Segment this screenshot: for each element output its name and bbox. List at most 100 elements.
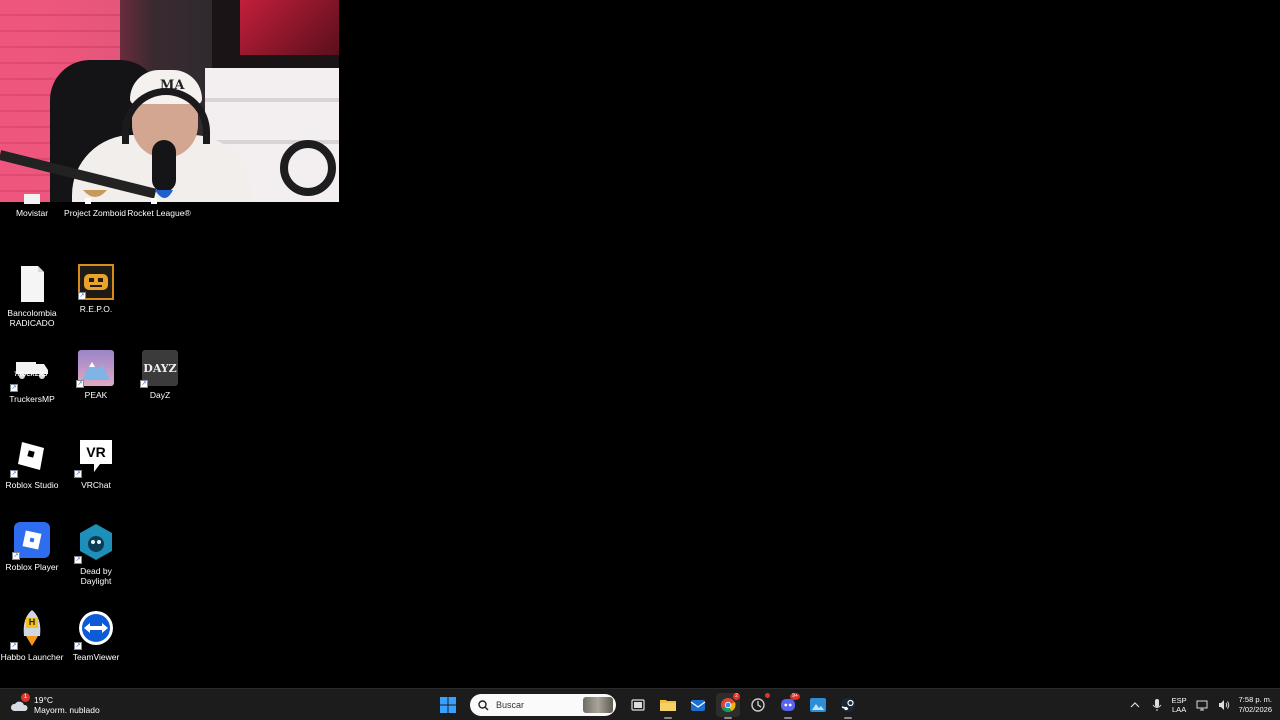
desktop-icon-rocket-league[interactable]: Rocket League® bbox=[127, 190, 191, 218]
desktop-icon-roblox-player[interactable]: ↗ Roblox Player bbox=[0, 522, 64, 572]
photos-icon bbox=[810, 698, 826, 712]
vrchat-wordmark: VR bbox=[86, 444, 106, 460]
desktop-icon-project-zomboid[interactable]: Project Zomboid bbox=[63, 190, 127, 218]
habbo-letter: H bbox=[28, 617, 36, 627]
start-button[interactable] bbox=[436, 693, 460, 717]
repo-game-icon: ↗ bbox=[78, 264, 114, 300]
taskbar-photos[interactable] bbox=[806, 693, 830, 717]
habbo-launcher-icon: H ↗ bbox=[10, 608, 52, 650]
shortcut-arrow-icon: ↗ bbox=[76, 380, 84, 388]
shortcut-arrow-icon: ↗ bbox=[10, 642, 18, 650]
project-zomboid-icon bbox=[75, 190, 115, 204]
task-view-icon bbox=[631, 699, 645, 711]
desktop-icon-label: PEAK bbox=[84, 390, 108, 400]
desktop-icon-label: Bancolombia RADICADO bbox=[7, 308, 57, 328]
webcam-microphone bbox=[152, 140, 176, 192]
steam-icon bbox=[841, 698, 855, 712]
desktop-icon-label: Project Zomboid bbox=[64, 208, 126, 218]
taskbar-outlook[interactable] bbox=[686, 693, 710, 717]
desktop-icon-label: VRChat bbox=[81, 480, 111, 490]
desktop-icon-dead-by-daylight[interactable]: ↗ Dead by Daylight bbox=[64, 522, 128, 586]
speaker-icon bbox=[1218, 700, 1229, 710]
discord-badge: 9+ bbox=[790, 693, 800, 700]
document-icon bbox=[12, 190, 52, 204]
document-icon bbox=[12, 264, 52, 304]
vrchat-icon: VR ↗ bbox=[74, 436, 116, 478]
shortcut-arrow-icon: ↗ bbox=[74, 556, 82, 564]
desktop-icon-label: Rocket League® bbox=[127, 208, 191, 218]
shortcut-arrow-icon: ↗ bbox=[74, 642, 82, 650]
microphone-button[interactable] bbox=[1150, 693, 1164, 717]
language-indicator[interactable]: ESP LAA bbox=[1172, 696, 1187, 714]
taskbar-timer-app[interactable] bbox=[746, 693, 770, 717]
desktop-icon-habbo-launcher[interactable]: H ↗ Habbo Launcher bbox=[0, 608, 64, 662]
desktop-icon-bancolombia[interactable]: Bancolombia RADICADO bbox=[0, 264, 64, 328]
shortcut-arrow-icon: ↗ bbox=[10, 470, 18, 478]
desktop-icon-truckersmp[interactable]: TRUCKERS ↗ TruckersMP bbox=[0, 350, 64, 404]
shortcut-arrow-icon: ↗ bbox=[12, 552, 20, 560]
windows-logo-icon bbox=[440, 697, 456, 713]
search-placeholder: Buscar bbox=[496, 700, 525, 710]
roblox-player-icon: ↗ bbox=[12, 522, 50, 560]
taskbar-clock[interactable]: 7:58 p. m. 7/02/2026 bbox=[1239, 695, 1272, 715]
taskbar-file-explorer[interactable] bbox=[656, 693, 680, 719]
volume-button[interactable] bbox=[1217, 693, 1231, 717]
truckersmp-wordmark: TRUCKERS bbox=[14, 372, 48, 378]
webcam-steering-wheel bbox=[280, 140, 336, 196]
desktop-icon-label: TeamViewer bbox=[72, 652, 120, 662]
network-button[interactable] bbox=[1195, 693, 1209, 717]
desktop-icon-label: Habbo Launcher bbox=[0, 652, 64, 662]
cloud-icon: 1 bbox=[10, 693, 30, 712]
folder-icon bbox=[660, 700, 676, 711]
webcam-poster-art bbox=[240, 0, 339, 55]
desktop-icon-vrchat[interactable]: VR ↗ VRChat bbox=[64, 436, 128, 490]
desktop-icon-label: TruckersMP bbox=[9, 394, 55, 404]
search-highlight-image bbox=[583, 697, 613, 713]
weather-temperature: 19°C bbox=[34, 695, 53, 705]
taskbar-apps: Buscar 2 9+ bbox=[436, 691, 860, 719]
dayz-icon: DAYZ ↗ bbox=[140, 350, 178, 388]
desktop-icon-label: Roblox Player bbox=[5, 562, 59, 572]
desktop-icon-teamviewer[interactable]: ↗ TeamViewer bbox=[64, 608, 128, 662]
dead-by-daylight-icon: ↗ bbox=[74, 522, 116, 564]
microphone-icon bbox=[1152, 699, 1161, 711]
taskbar-chrome[interactable]: 2 bbox=[716, 693, 740, 719]
dayz-wordmark: DAYZ bbox=[143, 361, 177, 375]
desktop-icon-roblox-studio[interactable]: ↗ Roblox Studio bbox=[0, 436, 64, 490]
teamviewer-icon: ↗ bbox=[74, 608, 116, 650]
desktop-icon-label: DayZ bbox=[149, 390, 171, 400]
notification-dot-icon bbox=[765, 693, 770, 698]
search-icon bbox=[478, 699, 489, 710]
task-view-button[interactable] bbox=[626, 693, 650, 717]
desktop-icon-peak[interactable]: ↗ PEAK bbox=[64, 350, 128, 400]
language-code: ESP bbox=[1171, 696, 1187, 705]
system-tray: ESP LAA 7:58 p. m. 7/02/2026 bbox=[1128, 691, 1272, 719]
taskbar-steam[interactable] bbox=[836, 693, 860, 719]
rocket-league-icon bbox=[139, 190, 179, 204]
webcam-overlay: MA bbox=[0, 0, 339, 202]
desktop-icon-movistar[interactable]: Movistar bbox=[0, 194, 64, 218]
roblox-studio-icon: ↗ bbox=[10, 436, 52, 478]
peak-game-icon: ↗ bbox=[76, 350, 114, 388]
truckersmp-icon: TRUCKERS ↗ bbox=[10, 350, 52, 392]
desktop-icon-label: Movistar bbox=[15, 208, 49, 218]
clock-time: 7:58 p. m. bbox=[1238, 695, 1272, 704]
clock-date: 7/02/2026 bbox=[1238, 705, 1272, 714]
taskbar-search[interactable]: Buscar bbox=[470, 694, 616, 716]
taskbar-discord[interactable]: 9+ bbox=[776, 693, 800, 719]
shortcut-arrow-icon: ↗ bbox=[10, 384, 18, 392]
desktop-icon-label: Roblox Studio bbox=[5, 480, 59, 490]
chrome-badge: 2 bbox=[733, 693, 740, 700]
mail-icon bbox=[690, 700, 706, 711]
taskbar: 1 19°C Mayorm. nublado Buscar 2 9+ ESP L… bbox=[0, 688, 1280, 720]
keyboard-layout: LAA bbox=[1172, 705, 1187, 714]
network-icon bbox=[1196, 700, 1208, 711]
desktop-icon-dayz[interactable]: DAYZ ↗ DayZ bbox=[128, 350, 192, 400]
clock-icon bbox=[751, 698, 765, 712]
show-hidden-icons-button[interactable] bbox=[1128, 693, 1142, 717]
desktop-icon-repo[interactable]: ↗ R.E.P.O. bbox=[64, 264, 128, 314]
weather-badge: 1 bbox=[21, 693, 30, 702]
chevron-up-icon bbox=[1130, 702, 1140, 708]
weather-widget[interactable]: 1 19°C Mayorm. nublado bbox=[10, 692, 100, 718]
shortcut-arrow-icon: ↗ bbox=[74, 470, 82, 478]
